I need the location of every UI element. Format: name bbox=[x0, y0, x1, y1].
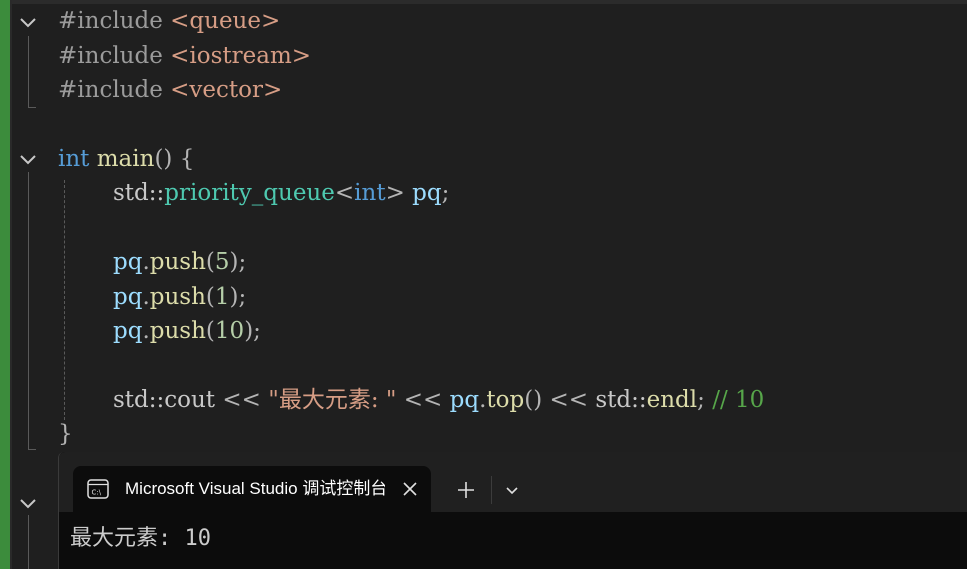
code-line-6: std::priority_queue<int> pq; bbox=[113, 176, 449, 210]
punctuation: . bbox=[142, 249, 150, 275]
debug-console-window[interactable]: C:\ Microsoft Visual Studio 调试控制台 最大元素: … bbox=[58, 452, 967, 569]
operator: << bbox=[396, 387, 450, 413]
namespace: std:: bbox=[113, 180, 165, 206]
preprocessor-directive: #include bbox=[58, 43, 163, 69]
terminal-app-icon: C:\ bbox=[87, 479, 109, 499]
number-literal: 10 bbox=[214, 318, 245, 344]
terminal-tab-title: Microsoft Visual Studio 调试控制台 bbox=[125, 479, 385, 498]
keyword: int bbox=[354, 180, 386, 206]
punctuation: > bbox=[385, 180, 405, 206]
include-header: <iostream> bbox=[170, 43, 312, 69]
preprocessor-directive: #include bbox=[58, 77, 163, 103]
punctuation: ; bbox=[697, 387, 705, 413]
plus-icon[interactable] bbox=[452, 476, 480, 504]
fold-chevron-icon[interactable] bbox=[18, 149, 38, 169]
change-indicator-bar bbox=[0, 0, 10, 569]
gutter-divider bbox=[10, 0, 12, 569]
include-header: <queue> bbox=[170, 8, 281, 34]
indent-guide bbox=[64, 180, 65, 420]
punctuation: ); bbox=[229, 284, 247, 310]
code-line-3: #include <vector> bbox=[58, 73, 282, 107]
code-line-1: #include <queue> bbox=[58, 4, 280, 38]
punctuation: ( bbox=[205, 249, 215, 275]
svg-text:C:\: C:\ bbox=[92, 489, 102, 497]
punctuation: ; bbox=[441, 180, 450, 206]
punctuation: } bbox=[58, 421, 73, 447]
function-name: main bbox=[96, 146, 155, 172]
code-line-5: int main() { bbox=[58, 142, 194, 176]
namespace: std::cout bbox=[113, 387, 216, 413]
variable: pq bbox=[113, 249, 143, 275]
function-name: push bbox=[149, 284, 206, 310]
namespace: std:: bbox=[595, 387, 647, 413]
variable: pq bbox=[113, 284, 143, 310]
string-literal: "最大元素: " bbox=[268, 387, 397, 413]
punctuation: < bbox=[334, 180, 355, 206]
function-name: top bbox=[486, 387, 525, 413]
function-name: push bbox=[149, 249, 206, 275]
punctuation: () { bbox=[154, 146, 195, 172]
code-line-13: } bbox=[58, 417, 73, 451]
punctuation: ( bbox=[205, 318, 215, 344]
punctuation: ); bbox=[244, 318, 261, 344]
keyword: int bbox=[58, 146, 90, 172]
function-name: endl bbox=[646, 387, 698, 413]
code-line-10: pq.push(10); bbox=[113, 314, 261, 348]
fold-chevron-icon[interactable] bbox=[18, 12, 38, 32]
function-name: push bbox=[149, 318, 206, 344]
fold-guide-end bbox=[28, 449, 36, 450]
number-literal: 5 bbox=[214, 249, 230, 275]
code-line-8: pq.push(5); bbox=[113, 245, 246, 279]
fold-chevron-icon[interactable] bbox=[18, 493, 38, 513]
type-name: priority_queue bbox=[164, 180, 335, 206]
comment: // 10 bbox=[704, 387, 765, 413]
console-output: 最大元素: 10 bbox=[70, 526, 211, 551]
punctuation: . bbox=[142, 284, 150, 310]
punctuation: ); bbox=[229, 249, 247, 275]
code-line-2: #include <iostream> bbox=[58, 39, 311, 73]
tab-separator bbox=[491, 476, 492, 504]
variable: pq bbox=[412, 180, 442, 206]
fold-guide-end bbox=[28, 107, 36, 108]
code-line-12: std::cout << "最大元素: " << pq.top() << std… bbox=[113, 383, 764, 417]
terminal-tab[interactable]: C:\ Microsoft Visual Studio 调试控制台 bbox=[73, 466, 431, 512]
preprocessor-directive: #include bbox=[58, 8, 163, 34]
code-line-9: pq.push(1); bbox=[113, 280, 246, 314]
fold-guide bbox=[28, 515, 29, 569]
number-literal: 1 bbox=[214, 284, 230, 310]
fold-guide bbox=[28, 172, 29, 450]
fold-guide bbox=[28, 36, 29, 108]
chevron-down-icon[interactable] bbox=[498, 476, 526, 504]
variable: pq bbox=[449, 387, 480, 413]
terminal-tab-strip: C:\ Microsoft Visual Studio 调试控制台 bbox=[59, 452, 967, 512]
include-header: <vector> bbox=[170, 77, 283, 103]
punctuation: ( bbox=[205, 284, 215, 310]
operator: << bbox=[542, 387, 596, 413]
punctuation: () bbox=[524, 387, 543, 413]
variable: pq bbox=[113, 318, 143, 344]
close-icon[interactable] bbox=[399, 478, 421, 500]
punctuation: . bbox=[142, 318, 150, 344]
operator: << bbox=[215, 387, 269, 413]
